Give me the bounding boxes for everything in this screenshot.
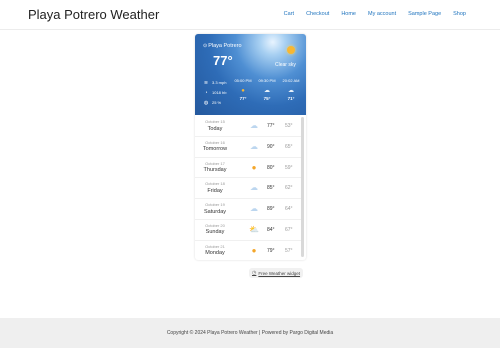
- forecast-row: October 21 Monday ● 79° 57°: [195, 241, 303, 260]
- forecast-day: Saturday: [203, 208, 226, 215]
- cloud-icon: ☁: [288, 88, 294, 94]
- cloud-icon: ☁: [250, 121, 258, 130]
- forecast-low: 67°: [285, 226, 293, 233]
- forecast-row: October 20 Sunday ⛅ 84° 67°: [195, 220, 303, 241]
- partly-cloudy-icon: ⛅: [249, 224, 259, 234]
- forecast-row: October 17 Thursday ● 80° 59°: [195, 158, 303, 179]
- forecast-row: October 18 Friday ☁ 85° 62°: [195, 178, 303, 200]
- hour-temp: 77°: [239, 96, 247, 101]
- current-stats: ≋ 3.3 mph ◔ 1018 hb ◍ 25 %: [203, 78, 227, 108]
- forecast-high: 85°: [267, 185, 275, 192]
- gauge-icon: ◔: [204, 90, 208, 96]
- wind-icon: ≋: [203, 80, 209, 86]
- nav-home[interactable]: Home: [341, 11, 356, 17]
- cloud-icon: ☁: [250, 183, 258, 193]
- site-title[interactable]: Playa Potrero Weather: [28, 7, 159, 22]
- badge-label: Free Weather widget: [258, 270, 301, 276]
- cloud-icon: ☁: [250, 204, 258, 214]
- forecast-low: 64°: [285, 206, 293, 213]
- location-pin-icon: ⊙: [203, 43, 208, 49]
- wind-stat: ≋ 3.3 mph: [203, 78, 227, 88]
- hourly-item: 20:02 AM ☁ 71°: [279, 78, 303, 101]
- forecast-day: Thursday: [203, 167, 227, 174]
- forecast-date: October 19: [205, 202, 225, 208]
- forecast-date: October 20: [205, 222, 225, 228]
- sun-icon: [287, 46, 295, 54]
- condition-label: Clear sky: [275, 62, 296, 68]
- forecast-low: 62°: [285, 185, 293, 192]
- droplet-icon: ◍: [203, 100, 209, 106]
- location: ⊙Playa Potrero: [203, 43, 242, 49]
- nav-shop[interactable]: Shop: [453, 11, 466, 17]
- site-footer: Copyright © 2024 Playa Potrero Weather |…: [0, 318, 500, 348]
- nav-cart[interactable]: Cart: [284, 11, 294, 17]
- forecast-scrollbar[interactable]: [301, 117, 304, 257]
- forecast-day: Tomorrow: [202, 146, 228, 153]
- forecast-row: October 19 Saturday ☁ 89° 64°: [195, 199, 303, 220]
- forecast-row: October 16 Tomorrow ☁ 90° 65°: [195, 137, 303, 158]
- forecast-high: 84°: [267, 226, 275, 233]
- hourly-item: 05:00 PM ● 77°: [231, 78, 255, 101]
- location-label: Playa Potrero: [208, 43, 242, 49]
- forecast-date: October 17: [205, 160, 225, 166]
- pressure-value: 1018 hb: [212, 90, 227, 95]
- nav-checkout[interactable]: Checkout: [306, 11, 329, 17]
- nav-sample-page[interactable]: Sample Page: [408, 11, 441, 17]
- forecast-low: 53°: [285, 123, 293, 129]
- forecast-date: October 15: [205, 119, 225, 124]
- humidity-value: 25 %: [212, 100, 222, 105]
- main-nav: Cart Checkout Home My account Sample Pag…: [272, 11, 466, 17]
- sun-icon: ●: [251, 162, 257, 172]
- hour-temp: 71°: [287, 96, 295, 101]
- hour-temp: 75°: [263, 96, 271, 101]
- hour-time: 09:30 PM: [258, 78, 276, 83]
- forecast-low: 57°: [285, 247, 293, 254]
- sun-icon: ●: [251, 245, 257, 255]
- forecast-day: Sunday: [205, 229, 225, 236]
- forecast-low: 65°: [285, 143, 293, 150]
- forecast-row: October 15 Today ☁ 77° 53°: [195, 116, 303, 137]
- daily-forecast: October 15 Today ☁ 77° 53° October 16 To…: [195, 116, 303, 260]
- hourly-item: 09:30 PM ☁ 75°: [255, 78, 279, 101]
- nav-my-account[interactable]: My account: [368, 11, 396, 17]
- forecast-day: Today: [207, 125, 223, 132]
- humidity-stat: ◍ 25 %: [203, 98, 226, 108]
- forecast-high: 77°: [267, 123, 275, 129]
- footer-copyright: Copyright © 2024 Playa Potrero Weather |…: [166, 330, 334, 336]
- forecast-low: 59°: [285, 164, 293, 171]
- forecast-high: 89°: [267, 206, 275, 213]
- forecast-date: October 16: [205, 139, 225, 145]
- forecast-date: October 18: [205, 181, 225, 187]
- site-header: Playa Potrero Weather Cart Checkout Home…: [0, 0, 500, 30]
- forecast-high: 90°: [267, 143, 275, 150]
- sun-icon: ●: [241, 88, 245, 94]
- free-weather-widget-link[interactable]: ◷ Free Weather widget: [249, 268, 304, 278]
- cloud-icon: ☁: [264, 88, 270, 94]
- hour-time: 20:02 AM: [282, 78, 300, 83]
- current-weather-panel: ⊙Playa Potrero 77° Clear sky ≋ 3.3 mph ◔ 1…: [195, 34, 306, 115]
- forecast-day: Friday: [207, 187, 223, 194]
- pressure-stat: ◔ 1018 hb: [203, 88, 226, 98]
- forecast-day: Monday: [205, 250, 225, 257]
- wind-value: 3.3 mph: [212, 80, 227, 85]
- forecast-high: 80°: [267, 164, 275, 171]
- weather-widget: ⊙Playa Potrero 77° Clear sky ≋ 3.3 mph ◔ 1…: [195, 34, 306, 260]
- cloud-icon: ☁: [250, 141, 258, 151]
- current-temperature: 77°: [213, 53, 233, 68]
- forecast-high: 79°: [267, 247, 275, 254]
- forecast-date: October 21: [205, 243, 225, 249]
- hourly-forecast: 05:00 PM ● 77° 09:30 PM ☁ 75° 20:02 AM ☁…: [231, 78, 306, 108]
- history-icon: ◷: [252, 270, 257, 276]
- hour-time: 05:00 PM: [234, 78, 252, 83]
